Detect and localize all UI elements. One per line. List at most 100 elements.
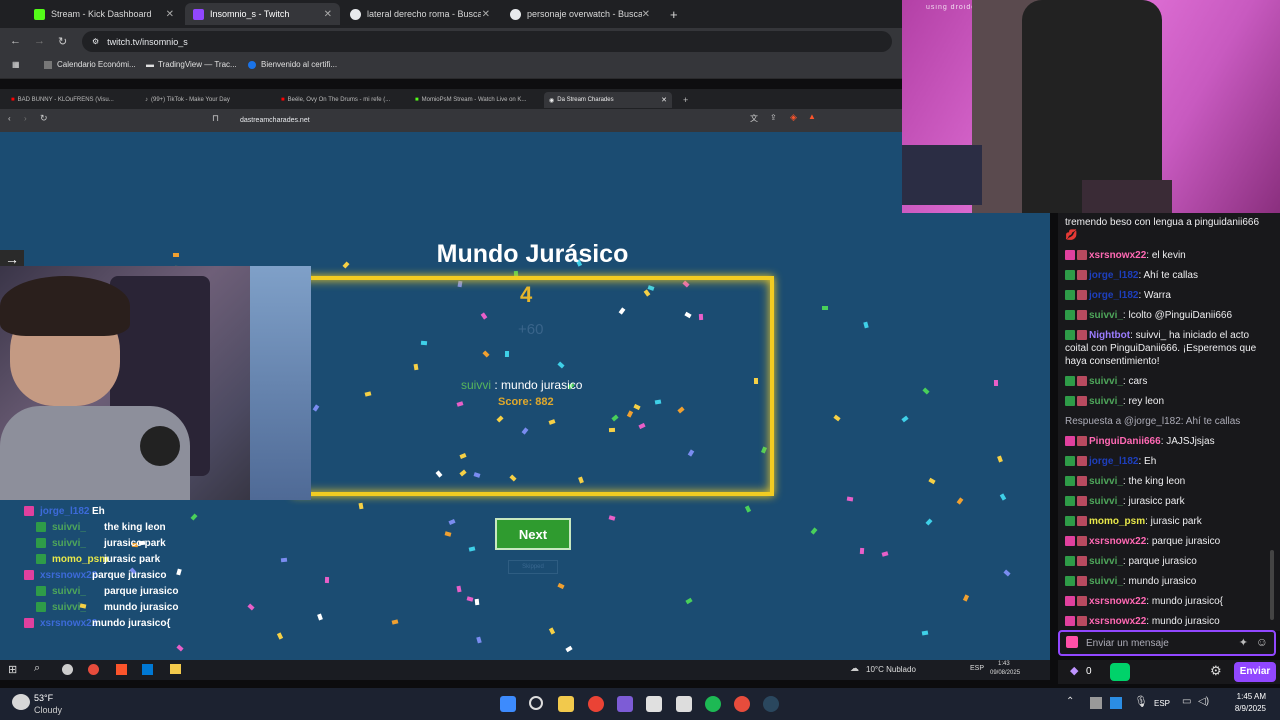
chat-badge-icon[interactable] bbox=[1065, 616, 1075, 627]
tab-google-2[interactable]: personaje overwatch - Buscar c ✕ bbox=[502, 3, 658, 25]
chat-badge-icon[interactable] bbox=[1077, 556, 1087, 567]
chat-badge-icon[interactable] bbox=[1077, 310, 1087, 321]
network-icon[interactable]: ▭ bbox=[1182, 696, 1191, 707]
forward-icon[interactable]: → bbox=[34, 35, 45, 47]
brave-rewards-icon[interactable]: ▲ bbox=[808, 112, 816, 121]
chat-username[interactable]: momo_psm bbox=[1089, 516, 1145, 527]
close-icon[interactable]: ✕ bbox=[661, 96, 667, 104]
settings-gear-icon[interactable]: ⚙ bbox=[1210, 663, 1222, 679]
badge-icon[interactable] bbox=[1066, 636, 1078, 648]
chat-badge-icon[interactable] bbox=[1065, 330, 1075, 341]
app-icon[interactable] bbox=[734, 696, 750, 712]
taskbar-time[interactable]: 1:45 AM bbox=[1222, 692, 1266, 701]
search-icon[interactable] bbox=[529, 696, 543, 710]
channel-points-icon[interactable]: ◆ bbox=[1070, 664, 1078, 677]
chat-badge-icon[interactable] bbox=[1077, 376, 1087, 387]
chrome-icon[interactable] bbox=[88, 664, 99, 675]
send-button[interactable]: Enviar bbox=[1234, 662, 1276, 682]
chat-badge-icon[interactable] bbox=[1077, 536, 1087, 547]
inner-tab-youtube-2[interactable]: ■ Beéle, Ovy On The Drums - mi refe (... bbox=[276, 92, 395, 108]
tab-twitch[interactable]: Insomnio_s - Twitch ✕ bbox=[185, 3, 340, 25]
close-icon[interactable]: ✕ bbox=[166, 9, 174, 20]
chat-badge-icon[interactable] bbox=[1077, 476, 1087, 487]
store-icon[interactable] bbox=[676, 696, 692, 712]
chat-username[interactable]: suivvi_ bbox=[1089, 396, 1123, 407]
chat-badge-icon[interactable] bbox=[1077, 436, 1087, 447]
chat-badge-icon[interactable] bbox=[1077, 330, 1087, 341]
outlook-icon[interactable] bbox=[142, 664, 153, 675]
chat-badge-icon[interactable] bbox=[1065, 270, 1075, 281]
points-chest-icon[interactable] bbox=[1110, 663, 1130, 681]
chat-badge-icon[interactable] bbox=[1065, 310, 1075, 321]
chat-badge-icon[interactable] bbox=[1065, 436, 1075, 447]
chat-username[interactable]: PinguiDanii666 bbox=[1089, 436, 1161, 447]
chat-badge-icon[interactable] bbox=[1077, 496, 1087, 507]
bookmark-certificado[interactable]: Bienvenido al certifi... bbox=[248, 60, 337, 69]
chat-badge-icon[interactable] bbox=[1065, 516, 1075, 527]
chat-badge-icon[interactable] bbox=[1077, 270, 1087, 281]
chat-badge-icon[interactable] bbox=[1065, 576, 1075, 587]
reload-icon[interactable]: ↻ bbox=[40, 113, 48, 124]
translate-icon[interactable]: 文 bbox=[750, 113, 758, 124]
spotify-icon[interactable] bbox=[705, 696, 721, 712]
chat-badge-icon[interactable] bbox=[1077, 516, 1087, 527]
chat-badge-icon[interactable] bbox=[1065, 476, 1075, 487]
chat-badge-icon[interactable] bbox=[1077, 576, 1087, 587]
bookmark-tradingview[interactable]: ▬ TradingView — Trac... bbox=[146, 60, 237, 69]
inner-tab-youtube[interactable]: ■ BAD BUNNY - KLOuFRENS (Visu... bbox=[6, 92, 119, 108]
chat-username[interactable]: suivvi_ bbox=[1089, 556, 1123, 567]
inner-tab-tiktok[interactable]: ♪ (99+) TikTok - Make Your Day bbox=[140, 92, 235, 108]
chat-username[interactable]: suivvi_ bbox=[1089, 576, 1123, 587]
inner-tab-charades[interactable]: ◉ Da Stream Charades ✕ bbox=[544, 92, 672, 108]
url-field[interactable]: ⚙ twitch.tv/insomnio_s bbox=[82, 31, 892, 52]
emote-icon[interactable]: ☺ bbox=[1256, 635, 1268, 649]
chat-username[interactable]: jorge_l182 bbox=[1089, 270, 1138, 281]
site-info-icon[interactable]: ⚙ bbox=[92, 37, 99, 46]
chat-badge-icon[interactable] bbox=[1077, 290, 1087, 301]
chat-badge-icon[interactable] bbox=[1077, 596, 1087, 607]
file-explorer-icon[interactable] bbox=[558, 696, 574, 712]
bits-icon[interactable]: ✦ bbox=[1239, 636, 1248, 649]
taskbar-lang[interactable]: ESP bbox=[1154, 699, 1170, 708]
steam-icon[interactable] bbox=[763, 696, 779, 712]
chat-badge-icon[interactable] bbox=[1077, 456, 1087, 467]
chat-badge-icon[interactable] bbox=[1065, 396, 1075, 407]
inner-url-field[interactable]: dastreamcharades.net bbox=[230, 112, 820, 129]
chat-username[interactable]: xsrsnowx22 bbox=[1089, 250, 1146, 261]
chat-username[interactable]: suivvi_ bbox=[1089, 376, 1123, 387]
windows-start-icon[interactable] bbox=[500, 696, 516, 712]
chat-username[interactable]: suivvi_ bbox=[1089, 496, 1123, 507]
brave-icon[interactable] bbox=[116, 664, 127, 675]
chat-username[interactable]: Nightbot bbox=[1089, 330, 1130, 341]
chat-badge-icon[interactable] bbox=[1065, 496, 1075, 507]
chat-badge-icon[interactable] bbox=[1065, 596, 1075, 607]
volume-icon[interactable]: ◁) bbox=[1198, 696, 1209, 707]
chat-username[interactable]: jorge_l182 bbox=[1089, 456, 1138, 467]
mic-icon[interactable]: 🎙 bbox=[1134, 695, 1148, 708]
share-icon[interactable]: ⇪ bbox=[770, 113, 777, 122]
windows-start-icon[interactable]: ⊞ bbox=[8, 663, 17, 676]
tab-kick-dashboard[interactable]: Stream - Kick Dashboard ✕ bbox=[26, 3, 182, 25]
bookmark-star-icon[interactable]: ⊓ bbox=[212, 113, 219, 124]
skip-button[interactable]: Skipped bbox=[508, 560, 558, 574]
chat-username[interactable]: jorge_l182 bbox=[1089, 290, 1138, 301]
bookmark-calendario[interactable]: Calendario Económi... bbox=[44, 60, 136, 69]
chat-scrollbar[interactable] bbox=[1270, 550, 1274, 620]
tray-chevron-icon[interactable]: ⌃ bbox=[1066, 696, 1074, 707]
chat-badge-icon[interactable] bbox=[1065, 556, 1075, 567]
chat-input[interactable]: Enviar un mensaje ✦ ☺ bbox=[1058, 630, 1276, 656]
new-tab-button[interactable]: + bbox=[678, 92, 693, 108]
chat-username[interactable]: xsrsnowx22 bbox=[1089, 536, 1146, 547]
apps-icon[interactable]: ▦ bbox=[12, 60, 20, 69]
copilot-icon[interactable] bbox=[617, 696, 633, 712]
reload-icon[interactable]: ↻ bbox=[58, 35, 67, 48]
chat-badge-icon[interactable] bbox=[1065, 250, 1075, 261]
chat-badge-icon[interactable] bbox=[1077, 616, 1087, 627]
chat-username[interactable]: suivvi_ bbox=[1089, 310, 1123, 321]
taskbar-date[interactable]: 8/9/2025 bbox=[1222, 704, 1266, 713]
chat-badge-icon[interactable] bbox=[1077, 250, 1087, 261]
tray-app-icon[interactable] bbox=[1090, 697, 1102, 709]
chat-badge-icon[interactable] bbox=[1065, 376, 1075, 387]
chat-badge-icon[interactable] bbox=[1065, 536, 1075, 547]
back-icon[interactable]: ‹ bbox=[8, 114, 11, 123]
